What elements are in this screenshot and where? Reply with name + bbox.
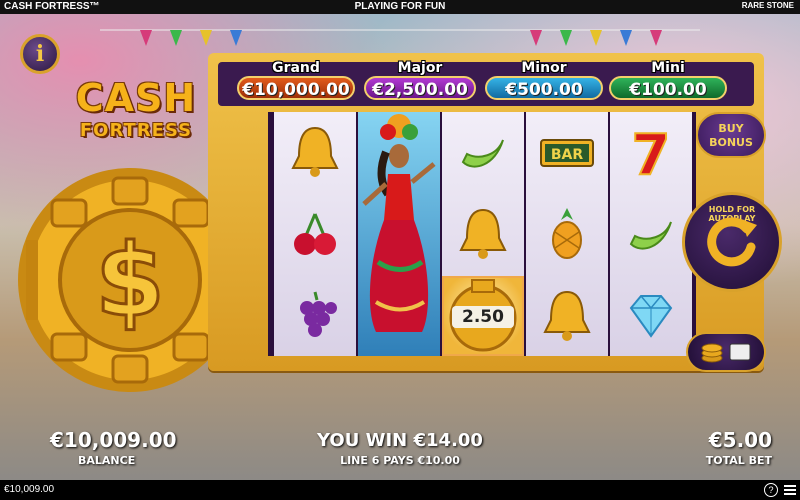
info-button[interactable]: i: [20, 34, 60, 74]
logo-line-1: CASH: [75, 76, 197, 120]
symbol-bell: [442, 194, 524, 274]
menu-button[interactable]: [784, 483, 796, 495]
seven-text: 7: [632, 123, 671, 182]
bar-icon: BAR: [540, 139, 594, 167]
coin-symbol: 2.50: [442, 276, 524, 356]
game-logo: CASH FORTRESS: [74, 76, 198, 156]
buy-bonus-button[interactable]: BUY BONUS: [696, 112, 766, 158]
symbol-seven: 7: [610, 112, 692, 192]
provider-logo: RARE STONE: [741, 1, 794, 10]
bet-settings-button[interactable]: [686, 332, 766, 372]
total-bet-value: €5.00: [708, 428, 772, 452]
coin-stack-icon: [701, 343, 751, 363]
coin-value: 2.50: [452, 306, 514, 328]
buy-bonus-label-1: BUY: [718, 122, 744, 135]
symbol-bell: [526, 276, 608, 356]
seven-icon: 7: [631, 122, 672, 182]
play-mode-label: PLAYING FOR FUN: [354, 1, 446, 12]
help-button[interactable]: ?: [764, 483, 778, 497]
jackpot-grand: Grand €10,000.00: [236, 60, 356, 106]
symbol-bar: BAR: [526, 112, 608, 192]
jackpot-grand-label: Grand: [272, 60, 320, 76]
symbol-banana: [442, 112, 524, 192]
grapes-icon: [300, 291, 337, 337]
spin-arrow-icon: [707, 217, 757, 267]
diamond-icon: [629, 295, 673, 338]
svg-text:$: $: [95, 222, 165, 339]
bell-icon: [459, 208, 507, 259]
jackpot-major-label: Major: [397, 60, 443, 76]
symbol-pineapple: [526, 194, 608, 274]
symbol-diamond: [610, 276, 692, 356]
symbol-banana: [610, 194, 692, 274]
cherries-icon: [294, 213, 336, 255]
logo-line-2: FORTRESS: [79, 120, 193, 141]
symbol-cherries: [274, 194, 356, 274]
jackpot-minor-label: Minor: [521, 60, 567, 76]
top-bar: CASH FORTRESS™ PLAYING FOR FUN RARE STON…: [0, 0, 800, 14]
bell-icon: [543, 290, 591, 341]
jackpot-minor: Minor €500.00: [484, 60, 604, 106]
banana-icon: [461, 139, 504, 168]
footer-balance: €10,009.00: [4, 484, 55, 495]
jackpot-mini-label: Mini: [651, 60, 685, 76]
reel-4: BAR: [526, 112, 608, 356]
win-amount: YOU WIN €14.00: [317, 430, 483, 451]
pineapple-icon: [552, 208, 582, 259]
symbol-grapes: [274, 276, 356, 356]
total-bet-label: TOTAL BET: [705, 454, 772, 467]
jackpot-strip: Grand €10,000.00 Major €2,500.00 Minor €…: [218, 60, 754, 106]
info-icon: i: [35, 41, 45, 67]
jackpot-grand-value: €10,000.00: [237, 76, 355, 100]
wild-dancer-icon: [358, 112, 440, 356]
jackpot-minor-value: €500.00: [485, 76, 603, 100]
bell-icon: [291, 126, 339, 177]
footer-bar: €10,009.00 ?: [0, 480, 800, 500]
banana-icon: [629, 221, 672, 250]
jackpot-major: Major €2,500.00: [360, 60, 480, 106]
buy-bonus-label-2: BONUS: [709, 136, 753, 149]
reel-5: 7: [610, 112, 692, 356]
bar-text: BAR: [551, 147, 584, 163]
bottom-info-bar: €10,009.00 BALANCE YOU WIN €14.00 LINE 6…: [0, 418, 800, 480]
jackpot-mini-value: €100.00: [609, 76, 727, 100]
jackpot-major-value: €2,500.00: [364, 76, 476, 100]
spin-button[interactable]: HOLD FOR AUTOPLAY: [682, 192, 782, 292]
jackpot-mini: Mini €100.00: [608, 60, 728, 106]
symbol-bell: [274, 112, 356, 192]
reel-1: [274, 112, 356, 356]
line-pays-text: LINE 6 PAYS €10.00: [340, 454, 460, 467]
